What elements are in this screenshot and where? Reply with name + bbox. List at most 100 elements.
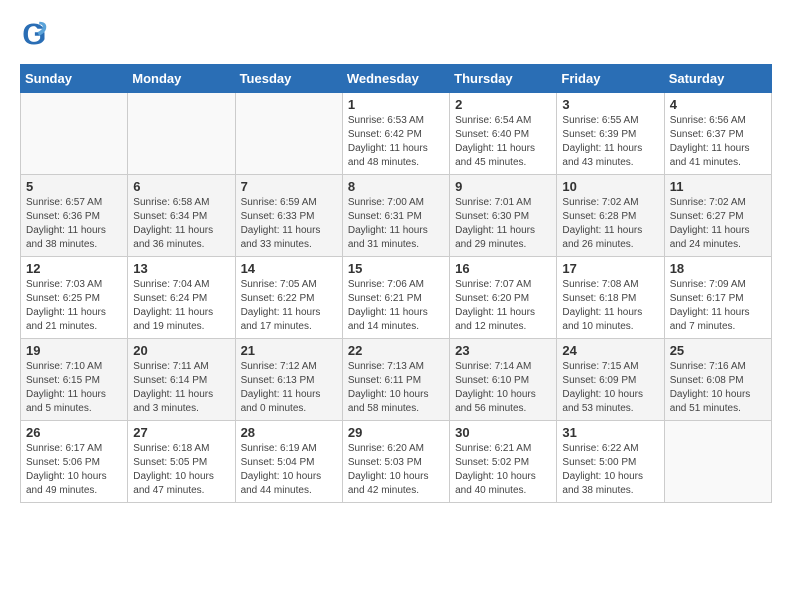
calendar-cell: 11 Sunrise: 7:02 AM Sunset: 6:27 PM Dayli… [664, 175, 771, 257]
day-number: 13 [133, 261, 229, 276]
day-info: Sunrise: 6:53 AM Sunset: 6:42 PM Dayligh… [348, 114, 444, 170]
day-number: 7 [241, 179, 337, 194]
day-number: 11 [670, 179, 766, 194]
day-number: 30 [455, 425, 551, 440]
calendar-header-row: SundayMondayTuesdayWednesdayThursdayFrid… [21, 65, 772, 93]
day-info: Sunrise: 7:14 AM Sunset: 6:10 PM Dayligh… [455, 360, 551, 416]
calendar-cell: 4Sunrise: 6:56 AM Sunset: 6:37 PM Daylig… [664, 93, 771, 175]
day-info: Sunrise: 7:08 AM Sunset: 6:18 PM Dayligh… [562, 278, 658, 334]
day-number: 17 [562, 261, 658, 276]
day-info: Sunrise: 6:20 AM Sunset: 5:03 PM Dayligh… [348, 442, 444, 498]
calendar-cell: 8 Sunrise: 7:00 AM Sunset: 6:31 PM Daylig… [342, 175, 449, 257]
day-info: Sunrise: 6:18 AM Sunset: 5:05 PM Dayligh… [133, 442, 229, 498]
day-info: Sunrise: 6:55 AM Sunset: 6:39 PM Dayligh… [562, 114, 658, 170]
day-info: Sunrise: 7:15 AM Sunset: 6:09 PM Dayligh… [562, 360, 658, 416]
calendar-cell: 19 Sunrise: 7:10 AM Sunset: 6:15 PM Dayli… [21, 339, 128, 421]
day-info: Sunrise: 7:13 AM Sunset: 6:11 PM Dayligh… [348, 360, 444, 416]
day-info: Sunrise: 7:02 AM Sunset: 6:28 PM Dayligh… [562, 196, 658, 252]
day-info: Sunrise: 7:07 AM Sunset: 6:20 PM Dayligh… [455, 278, 551, 334]
day-number: 9 [455, 179, 551, 194]
day-number: 25 [670, 343, 766, 358]
calendar-cell: 25 Sunrise: 7:16 AM Sunset: 6:08 PM Dayli… [664, 339, 771, 421]
day-number: 22 [348, 343, 444, 358]
day-info: Sunrise: 6:57 AM Sunset: 6:36 PM Dayligh… [26, 196, 122, 252]
calendar-cell: 30 Sunrise: 6:21 AM Sunset: 5:02 PM Dayli… [450, 421, 557, 503]
day-header-friday: Friday [557, 65, 664, 93]
day-number: 10 [562, 179, 658, 194]
day-info: Sunrise: 7:06 AM Sunset: 6:21 PM Dayligh… [348, 278, 444, 334]
day-info: Sunrise: 6:56 AM Sunset: 6:37 PM Dayligh… [670, 114, 766, 170]
day-number: 2 [455, 97, 551, 112]
day-info: Sunrise: 6:19 AM Sunset: 5:04 PM Dayligh… [241, 442, 337, 498]
calendar-cell: 26Sunrise: 6:17 AM Sunset: 5:06 PM Dayli… [21, 421, 128, 503]
calendar-cell: 27 Sunrise: 6:18 AM Sunset: 5:05 PM Dayli… [128, 421, 235, 503]
calendar-cell: 21Sunrise: 7:12 AM Sunset: 6:13 PM Dayli… [235, 339, 342, 421]
day-info: Sunrise: 7:03 AM Sunset: 6:25 PM Dayligh… [26, 278, 122, 334]
day-header-thursday: Thursday [450, 65, 557, 93]
day-info: Sunrise: 7:00 AM Sunset: 6:31 PM Dayligh… [348, 196, 444, 252]
calendar-week-row: 26Sunrise: 6:17 AM Sunset: 5:06 PM Dayli… [21, 421, 772, 503]
day-number: 12 [26, 261, 122, 276]
calendar-cell: 1 Sunrise: 6:53 AM Sunset: 6:42 PM Daylig… [342, 93, 449, 175]
day-info: Sunrise: 7:11 AM Sunset: 6:14 PM Dayligh… [133, 360, 229, 416]
day-number: 29 [348, 425, 444, 440]
day-number: 14 [241, 261, 337, 276]
calendar-cell: 2Sunrise: 6:54 AM Sunset: 6:40 PM Daylig… [450, 93, 557, 175]
day-number: 8 [348, 179, 444, 194]
day-header-sunday: Sunday [21, 65, 128, 93]
calendar-cell: 18Sunrise: 7:09 AM Sunset: 6:17 PM Dayli… [664, 257, 771, 339]
calendar-cell: 10 Sunrise: 7:02 AM Sunset: 6:28 PM Dayli… [557, 175, 664, 257]
day-info: Sunrise: 6:22 AM Sunset: 5:00 PM Dayligh… [562, 442, 658, 498]
calendar-cell [235, 93, 342, 175]
calendar-week-row: 12 Sunrise: 7:03 AM Sunset: 6:25 PM Dayli… [21, 257, 772, 339]
calendar-cell: 3 Sunrise: 6:55 AM Sunset: 6:39 PM Daylig… [557, 93, 664, 175]
day-number: 1 [348, 97, 444, 112]
calendar-cell: 20Sunrise: 7:11 AM Sunset: 6:14 PM Dayli… [128, 339, 235, 421]
calendar-cell: 15Sunrise: 7:06 AM Sunset: 6:21 PM Dayli… [342, 257, 449, 339]
day-info: Sunrise: 7:04 AM Sunset: 6:24 PM Dayligh… [133, 278, 229, 334]
day-header-monday: Monday [128, 65, 235, 93]
day-header-tuesday: Tuesday [235, 65, 342, 93]
day-number: 6 [133, 179, 229, 194]
calendar-cell: 22 Sunrise: 7:13 AM Sunset: 6:11 PM Dayli… [342, 339, 449, 421]
day-number: 28 [241, 425, 337, 440]
calendar-cell: 13 Sunrise: 7:04 AM Sunset: 6:24 PM Dayli… [128, 257, 235, 339]
calendar-week-row: 5 Sunrise: 6:57 AM Sunset: 6:36 PM Daylig… [21, 175, 772, 257]
calendar-cell: 24 Sunrise: 7:15 AM Sunset: 6:09 PM Dayli… [557, 339, 664, 421]
calendar-cell: 7 Sunrise: 6:59 AM Sunset: 6:33 PM Daylig… [235, 175, 342, 257]
day-info: Sunrise: 7:12 AM Sunset: 6:13 PM Dayligh… [241, 360, 337, 416]
logo-icon [20, 20, 48, 48]
day-info: Sunrise: 7:09 AM Sunset: 6:17 PM Dayligh… [670, 278, 766, 334]
calendar-cell [128, 93, 235, 175]
calendar: SundayMondayTuesdayWednesdayThursdayFrid… [20, 64, 772, 503]
day-info: Sunrise: 7:05 AM Sunset: 6:22 PM Dayligh… [241, 278, 337, 334]
calendar-cell [664, 421, 771, 503]
day-number: 5 [26, 179, 122, 194]
day-number: 19 [26, 343, 122, 358]
calendar-cell: 17 Sunrise: 7:08 AM Sunset: 6:18 PM Dayli… [557, 257, 664, 339]
day-info: Sunrise: 6:59 AM Sunset: 6:33 PM Dayligh… [241, 196, 337, 252]
day-info: Sunrise: 7:02 AM Sunset: 6:27 PM Dayligh… [670, 196, 766, 252]
calendar-cell: 23 Sunrise: 7:14 AM Sunset: 6:10 PM Dayli… [450, 339, 557, 421]
day-info: Sunrise: 7:10 AM Sunset: 6:15 PM Dayligh… [26, 360, 122, 416]
day-info: Sunrise: 7:16 AM Sunset: 6:08 PM Dayligh… [670, 360, 766, 416]
calendar-cell: 31Sunrise: 6:22 AM Sunset: 5:00 PM Dayli… [557, 421, 664, 503]
calendar-cell: 14 Sunrise: 7:05 AM Sunset: 6:22 PM Dayli… [235, 257, 342, 339]
day-number: 26 [26, 425, 122, 440]
calendar-cell: 6Sunrise: 6:58 AM Sunset: 6:34 PM Daylig… [128, 175, 235, 257]
logo [20, 20, 52, 48]
calendar-cell: 29 Sunrise: 6:20 AM Sunset: 5:03 PM Dayli… [342, 421, 449, 503]
calendar-cell: 12 Sunrise: 7:03 AM Sunset: 6:25 PM Dayli… [21, 257, 128, 339]
calendar-cell [21, 93, 128, 175]
calendar-week-row: 1 Sunrise: 6:53 AM Sunset: 6:42 PM Daylig… [21, 93, 772, 175]
day-header-saturday: Saturday [664, 65, 771, 93]
day-number: 24 [562, 343, 658, 358]
calendar-cell: 9Sunrise: 7:01 AM Sunset: 6:30 PM Daylig… [450, 175, 557, 257]
day-number: 3 [562, 97, 658, 112]
calendar-week-row: 19 Sunrise: 7:10 AM Sunset: 6:15 PM Dayli… [21, 339, 772, 421]
day-info: Sunrise: 6:21 AM Sunset: 5:02 PM Dayligh… [455, 442, 551, 498]
day-number: 23 [455, 343, 551, 358]
day-number: 27 [133, 425, 229, 440]
page-header [20, 20, 772, 48]
day-number: 16 [455, 261, 551, 276]
